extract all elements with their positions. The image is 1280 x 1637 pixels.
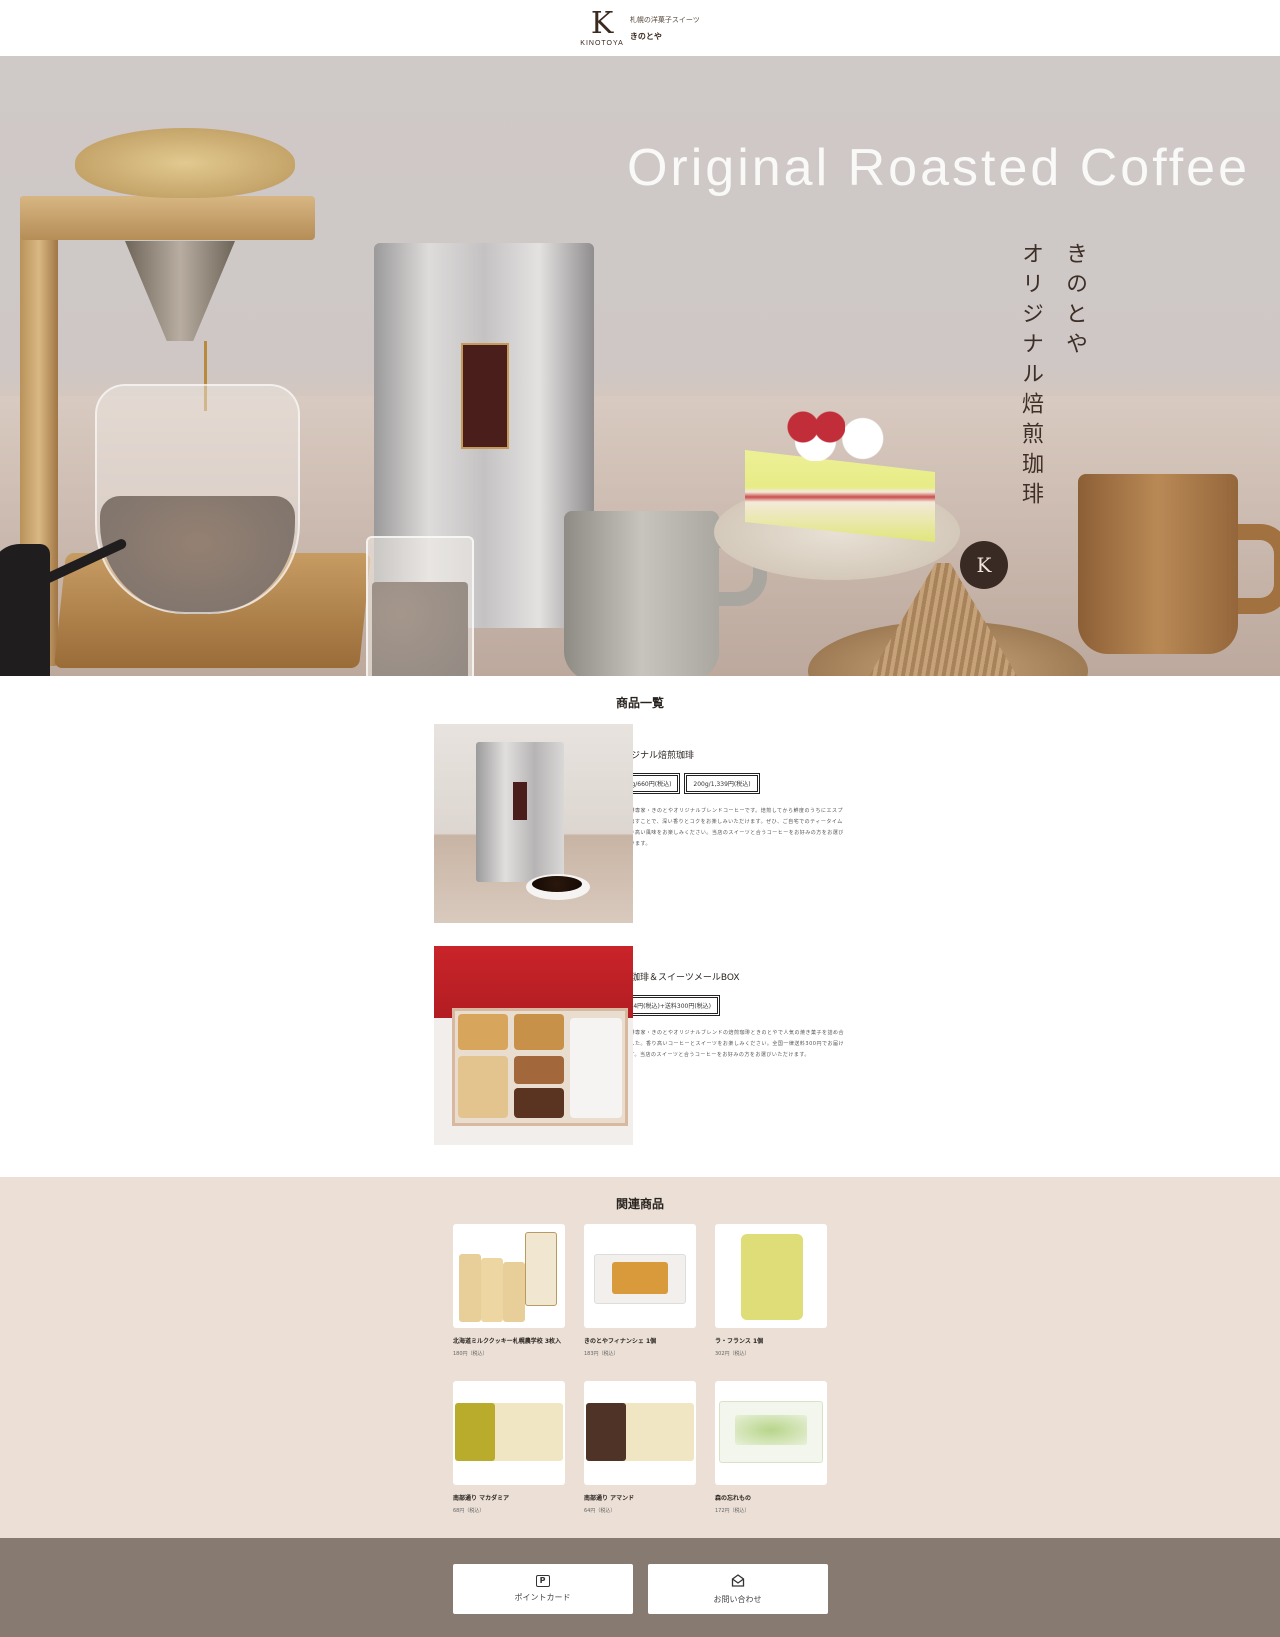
related-product-image[interactable]: [584, 1224, 696, 1328]
price-options: 1,944円(税込)+送料300円(税込): [610, 995, 846, 1016]
sweet-item: [514, 1088, 564, 1118]
related-product-card[interactable]: 北海道ミルククッキー札幌農学校 3枚入 180円（税込）: [453, 1224, 565, 1357]
sweet-item: [514, 1056, 564, 1084]
product-image-mailbox[interactable]: [434, 946, 633, 1145]
related-product-card[interactable]: 南部通り アマンド 64円（税込）: [584, 1381, 696, 1514]
grey-mug: [564, 511, 719, 676]
product-image-coffee[interactable]: [434, 724, 633, 923]
related-product-image[interactable]: [584, 1381, 696, 1485]
coffee-stand-top: [20, 196, 315, 240]
related-product-name[interactable]: ラ・フランス 1個: [715, 1336, 827, 1345]
price-options: 100g/660円(税込) 200g/1,339円(税込): [610, 773, 846, 794]
related-products-grid: 北海道ミルククッキー札幌農学校 3枚入 180円（税込） きのとやフィナンシェ …: [453, 1224, 827, 1514]
product-name[interactable]: 焙煎珈琲＆スイーツメールBOX: [613, 970, 846, 983]
la-france-pack: [741, 1234, 803, 1320]
related-product-card[interactable]: 森の忘れもの 172円（税込）: [715, 1381, 827, 1514]
pack-label: [455, 1403, 495, 1461]
paper-filter: [75, 128, 295, 198]
related-product-image[interactable]: [453, 1224, 565, 1328]
contact-label: お問い合わせ: [713, 1594, 762, 1604]
related-product-name[interactable]: 森の忘れもの: [715, 1493, 827, 1502]
site-footer: P ポイントカード お問い合わせ: [0, 1538, 1280, 1637]
financier: [612, 1262, 668, 1294]
product-name[interactable]: オリジナル焙煎珈琲: [613, 748, 846, 761]
point-card-label: ポイントカード: [514, 1593, 571, 1602]
related-product-price: 180円（税込）: [453, 1351, 488, 1357]
related-product-price: 64円（税込）: [584, 1508, 616, 1514]
related-products-title: 関連商品: [615, 1197, 664, 1211]
product-item: 焙煎珈琲＆スイーツメールBOX 1,944円(税込)+送料300円(税込) 焙煎…: [434, 946, 846, 1145]
brand-text: 札幌の洋菓子スイーツ きのとや: [630, 9, 700, 42]
price-option[interactable]: 200g/1,339円(税込): [684, 773, 760, 794]
related-product-image[interactable]: [715, 1381, 827, 1485]
related-product-name[interactable]: きのとやフィナンシェ 1個: [584, 1336, 696, 1345]
related-product-price: 172円（税込）: [715, 1508, 750, 1514]
related-product-name[interactable]: 北海道ミルククッキー札幌農学校 3枚入: [453, 1336, 565, 1345]
product-list-section: 商品一覧 オリジナル焙煎珈琲 100g/660円(税込) 200g/1,339円…: [0, 676, 1280, 1177]
product-description: 焙煎珈琲専家・きのとやオリジナルブレンドコーヒーです。焙煎してから鮮度のうちにエ…: [613, 808, 844, 847]
product-info: 焙煎珈琲＆スイーツメールBOX 1,944円(税込)+送料300円(税込) 焙煎…: [610, 946, 846, 1145]
product-description: 焙煎珈琲専家・きのとやオリジナルブレンドの焙煎珈琲ときのとやで人気の焼き菓子を詰…: [613, 1030, 845, 1058]
kettle: [0, 544, 50, 676]
mail-icon: [731, 1573, 745, 1589]
hero-title: Original Roasted Coffee: [626, 139, 1250, 197]
sweet-item: [458, 1056, 508, 1118]
related-product-image[interactable]: [715, 1224, 827, 1328]
logo-letter: K: [590, 6, 614, 41]
brand-logo[interactable]: K KINOTOYA 札幌の洋菓子スイーツ きのとや: [580, 6, 700, 48]
site-header: K KINOTOYA 札幌の洋菓子スイーツ きのとや: [0, 0, 1280, 56]
mail-icon-svg: [731, 1573, 744, 1587]
hero-vertical-line-1: きのとや: [1062, 242, 1087, 362]
related-product-card[interactable]: ラ・フランス 1個 302円（税込）: [715, 1224, 827, 1357]
brand-tagline: 札幌の洋菓子スイーツ: [629, 16, 700, 24]
brand-name-jp: きのとや: [629, 32, 662, 41]
cookie-pack: [503, 1262, 525, 1322]
coffee-dripper: [125, 241, 235, 341]
p-card-icon: P: [535, 1575, 550, 1587]
hero-vertical-line-2: オリジナル焙煎珈琲: [1018, 242, 1043, 512]
related-product-price: 183円（税込）: [584, 1351, 619, 1357]
related-product-image[interactable]: [453, 1381, 565, 1485]
sweet-item: [514, 1014, 564, 1050]
montblanc-badge: K: [960, 541, 1008, 589]
related-products-section: 関連商品 北海道ミルククッキー札幌農学校 3枚入 180円（税込） きのとやフィ…: [0, 1177, 1280, 1538]
hero-vertical-text: きのとや オリジナル焙煎珈琲: [662, 242, 1090, 512]
sweet-item: [458, 1014, 508, 1050]
coffee-bag-label: [461, 343, 509, 449]
logo-mark: K KINOTOYA: [580, 6, 624, 48]
glass-server: [95, 384, 300, 614]
point-card-button[interactable]: P ポイントカード: [452, 1564, 633, 1614]
product-info: オリジナル焙煎珈琲 100g/660円(税込) 200g/1,339円(税込) …: [610, 724, 846, 923]
related-product-name[interactable]: 南部通り アマンド: [584, 1493, 696, 1502]
coffee-pack: [570, 1018, 622, 1118]
product-list-title: 商品一覧: [615, 696, 664, 710]
pack-label: [586, 1403, 626, 1461]
coffee-bag-label: [513, 782, 527, 820]
logo-wordmark: KINOTOYA: [580, 40, 624, 47]
bean-jar: [366, 536, 474, 676]
cookie-pack: [481, 1258, 503, 1322]
brown-mug: [1078, 474, 1238, 654]
product-item: オリジナル焙煎珈琲 100g/660円(税込) 200g/1,339円(税込) …: [434, 724, 846, 923]
mori-leaves: [735, 1415, 807, 1445]
contact-button[interactable]: お問い合わせ: [647, 1564, 828, 1614]
hero-banner: K Original Roasted Coffee きのとや オリジナル焙煎珈琲: [0, 56, 1280, 676]
coffee-beans: [532, 876, 582, 892]
related-product-card[interactable]: きのとやフィナンシェ 1個 183円（税込）: [584, 1224, 696, 1357]
cookie-box: [525, 1232, 557, 1306]
related-product-card[interactable]: 南部通り マカダミア 68円（税込）: [453, 1381, 565, 1514]
related-product-price: 302円（税込）: [715, 1351, 750, 1357]
related-product-price: 68円（税込）: [453, 1508, 485, 1514]
related-product-name[interactable]: 南部通り マカダミア: [453, 1493, 565, 1502]
cookie-pack: [459, 1254, 481, 1322]
